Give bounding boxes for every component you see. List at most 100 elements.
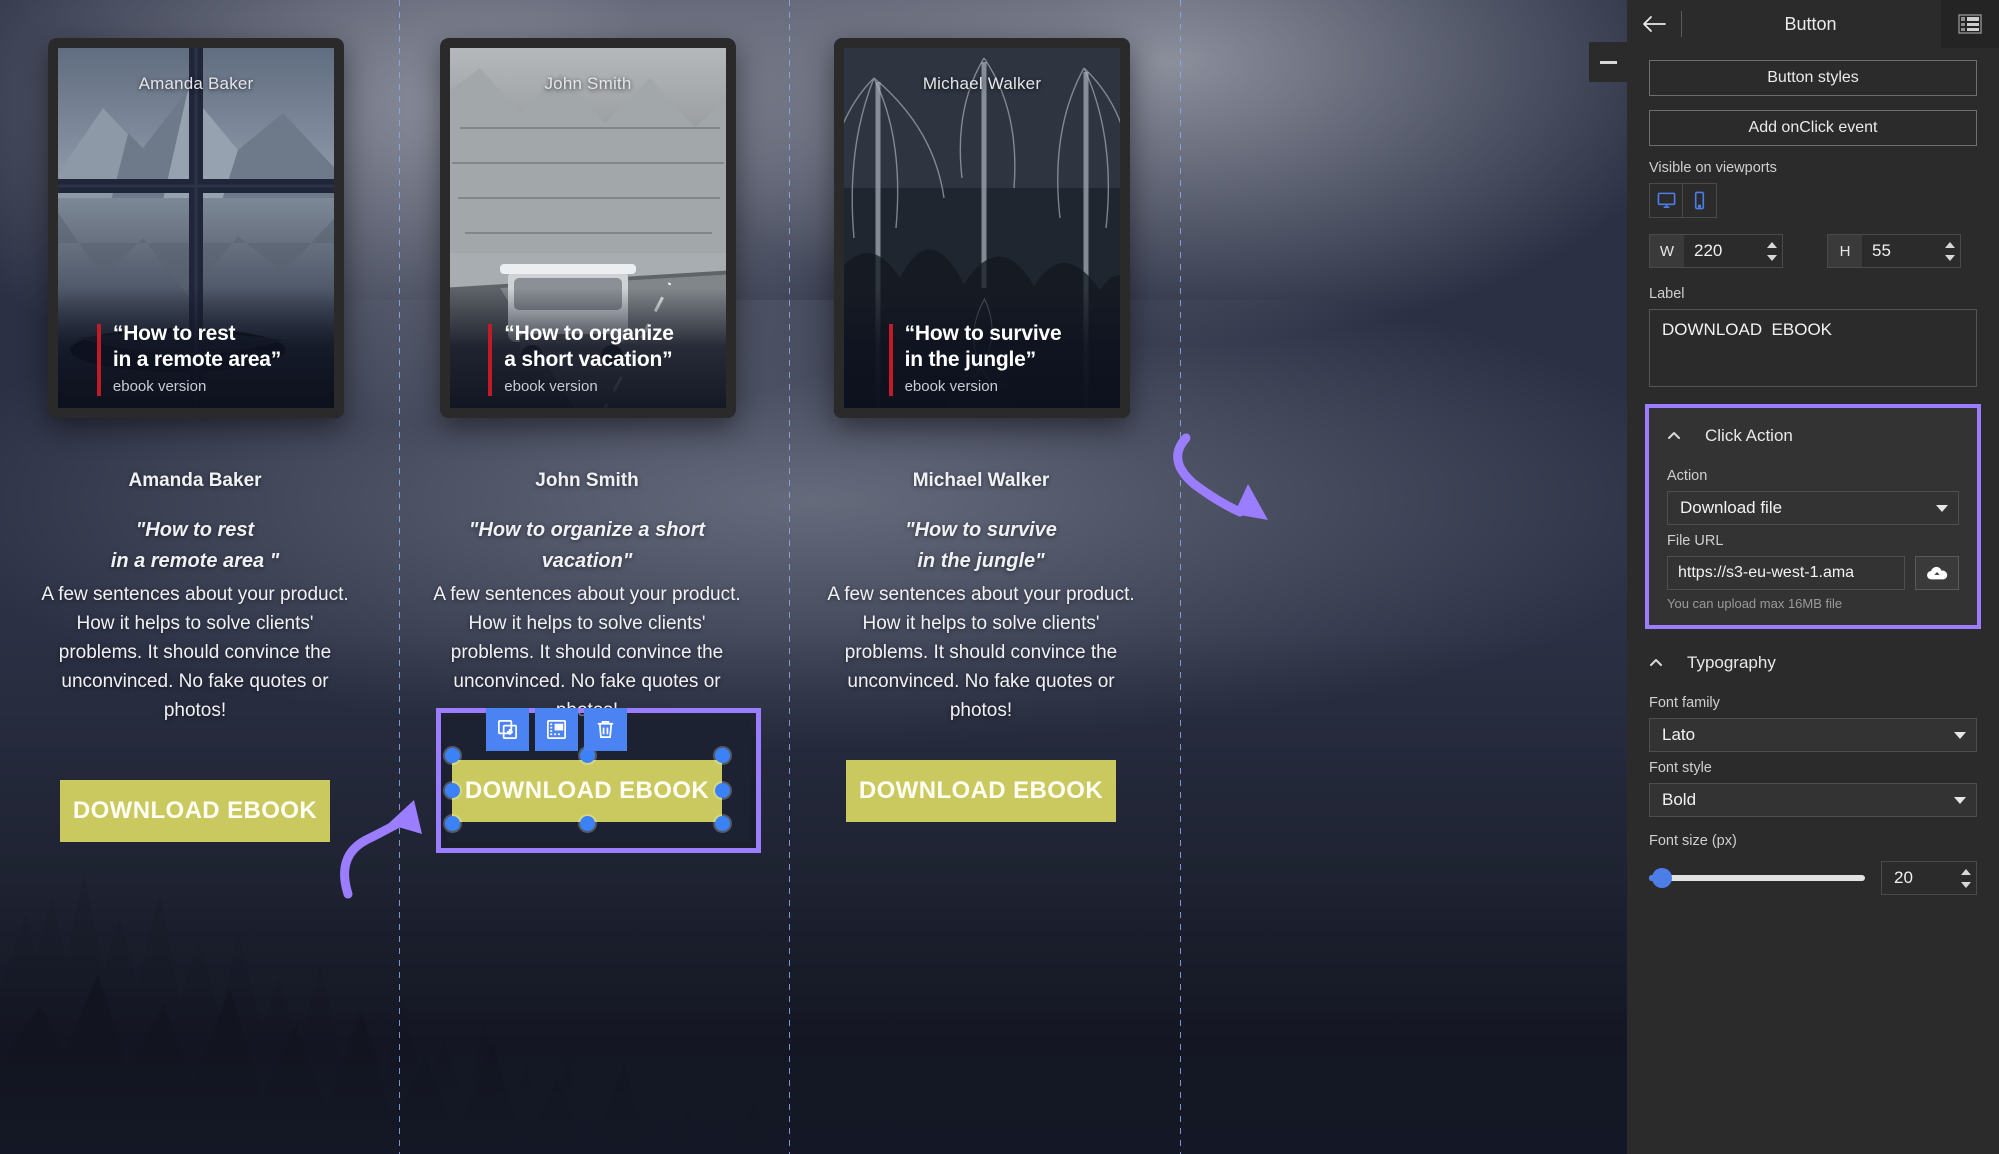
resize-handle-w[interactable] bbox=[445, 783, 460, 798]
font-family-select[interactable]: Lato bbox=[1649, 718, 1977, 752]
cover-quote-line-2: a short vacation” bbox=[504, 348, 673, 372]
layout-guide bbox=[789, 0, 790, 1154]
app-root: Amanda Baker “How to rest in a remote ar… bbox=[0, 0, 1999, 1154]
desktop-icon[interactable] bbox=[1650, 184, 1683, 217]
ebook-title-line-1: "How to rest bbox=[135, 519, 255, 541]
font-size-field-group[interactable] bbox=[1881, 861, 1977, 895]
add-onclick-event-button[interactable]: Add onClick event bbox=[1649, 110, 1977, 146]
cover-subtitle: ebook version bbox=[904, 377, 998, 395]
typography-section-header[interactable]: Typography bbox=[1649, 645, 1977, 687]
collapse-panel-icon[interactable] bbox=[1589, 42, 1627, 82]
properties-sidebar: Button Button styles Add onClick event V… bbox=[1627, 0, 1999, 1154]
width-input[interactable] bbox=[1684, 235, 1762, 267]
height-stepper[interactable] bbox=[1940, 235, 1960, 267]
typography-panel: Typography Font family Lato Font style B… bbox=[1627, 629, 1999, 895]
author-name: John Smith bbox=[535, 470, 639, 491]
cover-quote-line-1: “How to organize bbox=[504, 322, 674, 345]
resize-handle-ne[interactable] bbox=[715, 748, 730, 763]
button-styles-button[interactable]: Button styles bbox=[1649, 60, 1977, 96]
cover-quote-line-2: in the jungle” bbox=[904, 348, 1037, 372]
cover-quote-line-2: in a remote area” bbox=[112, 348, 282, 372]
resize-handle-nw[interactable] bbox=[445, 748, 460, 763]
cover-quote-line-1: “How to rest bbox=[112, 322, 236, 345]
font-size-caption: Font size (px) bbox=[1649, 833, 1737, 849]
ebook-title-line-2: in the jungle" bbox=[917, 550, 1045, 572]
ebook-description: A few sentences about your product. How … bbox=[827, 584, 1135, 722]
layout-icon[interactable] bbox=[535, 708, 578, 751]
sidebar-body: Button styles Add onClick event Visible … bbox=[1627, 48, 1999, 392]
click-action-title: Click Action bbox=[1705, 426, 1793, 445]
font-family-value: Lato bbox=[1662, 725, 1696, 744]
duplicate-icon[interactable] bbox=[486, 708, 529, 751]
download-ebook-button[interactable]: DOWNLOAD EBOOK bbox=[60, 780, 330, 842]
resize-handle-sw[interactable] bbox=[445, 816, 460, 831]
width-field-group[interactable]: W bbox=[1649, 234, 1783, 268]
width-label: W bbox=[1650, 235, 1684, 267]
card-text-block[interactable]: Michael Walker "How to survive in the ju… bbox=[826, 470, 1136, 725]
font-size-row bbox=[1649, 861, 1977, 895]
font-family-caption: Font family bbox=[1649, 695, 1720, 711]
ebook-card[interactable]: Michael Walker “How to survive in the ju… bbox=[834, 38, 1130, 418]
height-input[interactable] bbox=[1862, 235, 1940, 267]
ebook-card[interactable]: John Smith “How to organize a short vaca… bbox=[440, 38, 736, 418]
card-text-block[interactable]: John Smith "How to organize a short vaca… bbox=[432, 470, 742, 725]
action-selected-value: Download file bbox=[1680, 498, 1783, 517]
click-action-section-header[interactable]: Click Action bbox=[1667, 418, 1959, 460]
cover-quote-block: “How to rest in a remote area” ebook ver… bbox=[48, 321, 330, 396]
file-url-input[interactable] bbox=[1667, 556, 1905, 590]
annotation-arrow-right bbox=[1168, 418, 1298, 528]
ebook-card[interactable]: Amanda Baker “How to rest in a remote ar… bbox=[48, 38, 344, 418]
cover-author: Amanda Baker bbox=[138, 74, 254, 93]
ebook-description: A few sentences about your product. How … bbox=[433, 584, 741, 721]
cover-quote-line-1: “How to survive bbox=[904, 322, 1062, 345]
label-caption: Label bbox=[1649, 286, 1685, 302]
download-ebook-button[interactable]: DOWNLOAD EBOOK bbox=[846, 760, 1116, 822]
width-stepper[interactable] bbox=[1762, 235, 1782, 267]
font-style-caption: Font style bbox=[1649, 760, 1712, 776]
ebook-cover: Amanda Baker “How to rest in a remote ar… bbox=[48, 38, 344, 418]
resize-handle-e[interactable] bbox=[715, 783, 730, 798]
ebook-title-line-2: vacation" bbox=[541, 550, 633, 572]
list-view-icon[interactable] bbox=[1941, 0, 1999, 48]
label-input[interactable]: DOWNLOAD EBOOK bbox=[1649, 309, 1977, 387]
cover-quote-block: “How to organize a short vacation” ebook… bbox=[440, 321, 722, 396]
font-size-stepper[interactable] bbox=[1956, 862, 1976, 894]
resize-handle-se[interactable] bbox=[715, 816, 730, 831]
chevron-down-icon bbox=[1936, 504, 1948, 512]
cover-quote-block: “How to survive in the jungle” ebook ver… bbox=[834, 321, 1116, 396]
back-arrow-icon[interactable] bbox=[1627, 0, 1681, 48]
cover-author: John Smith bbox=[544, 74, 632, 93]
action-caption: Action bbox=[1667, 468, 1708, 484]
chevron-up-icon bbox=[1667, 429, 1681, 443]
chevron-down-icon bbox=[1954, 796, 1966, 804]
mobile-icon[interactable] bbox=[1683, 184, 1716, 217]
typography-title: Typography bbox=[1687, 653, 1776, 672]
ebook-description: A few sentences about your product. How … bbox=[41, 584, 349, 722]
layout-guide bbox=[399, 0, 400, 1154]
sidebar-header: Button bbox=[1627, 0, 1999, 48]
resize-handle-s[interactable] bbox=[580, 816, 595, 831]
height-field-group[interactable]: H bbox=[1827, 234, 1961, 268]
action-select[interactable]: Download file bbox=[1667, 491, 1959, 525]
upload-hint: You can upload max 16MB file bbox=[1667, 596, 1843, 611]
red-accent-bar bbox=[96, 324, 101, 396]
website-canvas[interactable]: Amanda Baker “How to rest in a remote ar… bbox=[0, 0, 1627, 1154]
dimension-row: W H bbox=[1649, 234, 1977, 268]
cover-author: Michael Walker bbox=[922, 74, 1042, 93]
font-style-select[interactable]: Bold bbox=[1649, 783, 1977, 817]
download-ebook-button-selected[interactable]: DOWNLOAD EBOOK bbox=[452, 760, 722, 822]
ebook-cover: Michael Walker “How to survive in the ju… bbox=[834, 38, 1130, 418]
card-text-block[interactable]: Amanda Baker "How to rest in a remote ar… bbox=[40, 470, 350, 725]
trash-icon[interactable] bbox=[584, 708, 627, 751]
chevron-down-icon bbox=[1954, 731, 1966, 739]
file-url-row bbox=[1667, 556, 1959, 590]
chevron-up-icon bbox=[1649, 656, 1663, 670]
element-selection-toolbar[interactable] bbox=[486, 708, 627, 751]
slider-knob[interactable] bbox=[1651, 868, 1672, 888]
ebook-title-line-1: "How to survive bbox=[905, 519, 1057, 541]
height-label: H bbox=[1828, 235, 1862, 267]
font-size-input[interactable] bbox=[1882, 868, 1956, 888]
font-size-slider[interactable] bbox=[1649, 868, 1865, 888]
cloud-upload-icon[interactable] bbox=[1915, 556, 1959, 590]
viewport-toggle-group[interactable] bbox=[1649, 183, 1717, 218]
